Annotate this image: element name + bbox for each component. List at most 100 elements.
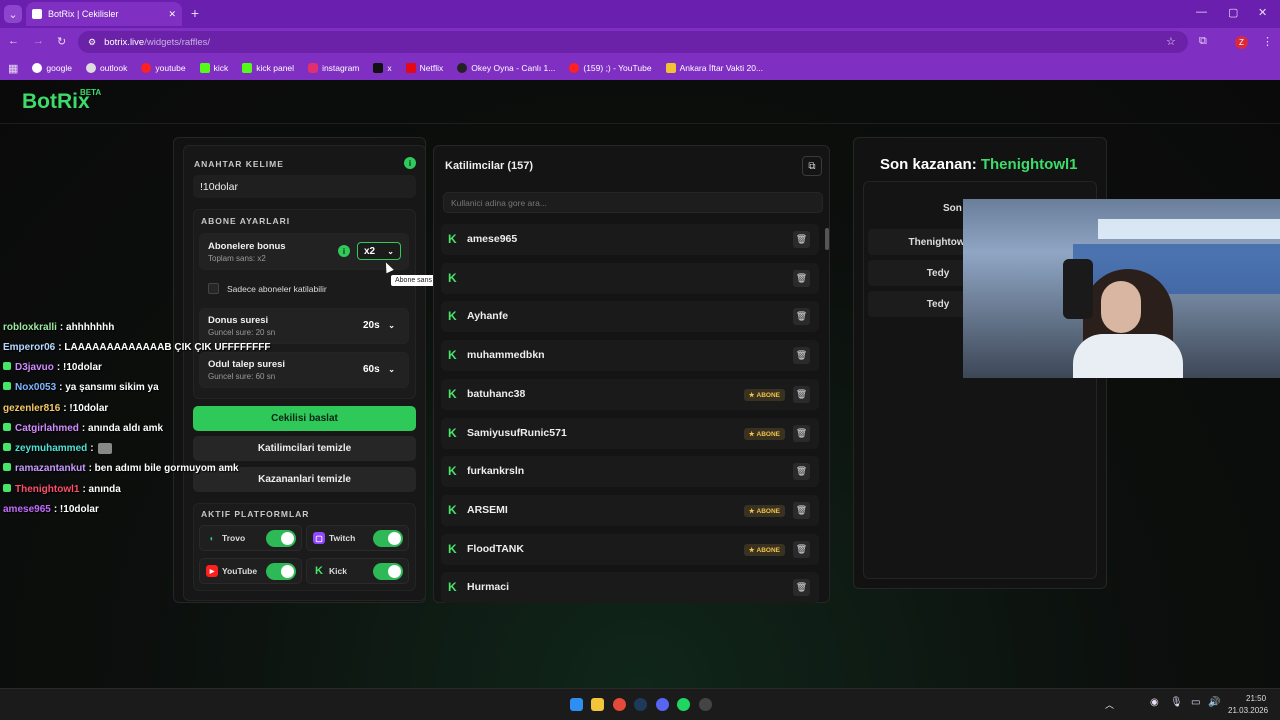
twitch-icon: ▢ [313,532,325,544]
participant-row: K 🗑 [441,263,819,294]
extensions-icon[interactable]: ⧉ [1199,35,1207,48]
reload-icon[interactable]: ↻ [57,35,66,48]
kick-icon: K [448,387,457,401]
bookmark-star-icon[interactable]: ☆ [1166,35,1176,48]
forward-icon[interactable]: → [33,35,44,47]
delete-icon[interactable]: 🗑 [793,347,810,364]
bookmark-outlook[interactable]: outlook [85,63,127,73]
sub-bonus-info-icon[interactable]: i [338,245,350,257]
steam-icon[interactable] [634,698,647,711]
sub-bonus-select[interactable]: x2 ⌄ [357,242,401,260]
new-tab-icon[interactable]: + [188,5,202,21]
chat-username: Thenightowl1 [15,484,80,495]
platforms-label: AKTIF PLATFORMLAR [201,509,310,519]
kick-icon: K [448,348,457,362]
chat-text: : !10dolar [63,403,109,414]
chat-username: Nox0053 [15,382,57,393]
turn-time-select[interactable]: 20s ⌄ [357,316,401,334]
delete-icon[interactable]: 🗑 [793,231,810,248]
bookmark-ankara-iftar[interactable]: Ankara İftar Vakti 20... [665,63,763,73]
file-explorer-icon[interactable] [591,698,604,711]
google-icon [32,63,43,73]
apps-icon[interactable]: ▦ [8,62,18,75]
copy-icon[interactable]: ⧉ [802,156,822,176]
subscriber-badge: ★ ABONE [743,505,785,517]
keyword-input[interactable]: !10dolar [193,175,416,198]
chat-message: zeymuhammed: [3,443,112,454]
delete-icon[interactable]: 🗑 [793,463,810,480]
start-raffle-button[interactable]: Cekilisi baslat [193,406,416,431]
participant-search-input[interactable]: Kullanici adina gore ara... [443,192,823,213]
kick-icon [199,63,210,73]
youtube-toggle[interactable] [266,563,296,580]
kick-toggle[interactable] [373,563,403,580]
claim-time-title: Odul talep suresi [208,359,286,370]
profile-avatar[interactable]: Z [1235,36,1248,49]
bookmark-instagram[interactable]: instagram [308,63,359,73]
subs-only-label[interactable]: Sadece aboneler katilabilir [227,284,327,294]
close-window-icon[interactable]: ✕ [1258,6,1267,19]
participant-name: Ayhanfe [467,310,509,322]
discord-icon[interactable] [656,698,669,711]
browser-tab-bar: ⌄ BotRix | Cekilisler ✕ + — ▢ ✕ [0,0,1280,28]
participant-name: amese965 [467,233,518,245]
maximize-icon[interactable]: ▢ [1228,6,1238,19]
delete-icon[interactable]: 🗑 [793,308,810,325]
trovo-toggle[interactable] [266,530,296,547]
subs-only-checkbox[interactable] [208,283,219,294]
bookmark-kick[interactable]: kick [199,63,228,73]
star-icon: ★ [748,431,755,438]
chat-message: Emperor06: LAAAAAAAAAAAAAB ÇIK ÇIK UFFFF… [3,342,270,353]
participants-title: Katilimcilar (157) [445,160,534,172]
keyword-info-icon[interactable]: i [404,157,416,169]
chat-message: gezenler816: !10dolar [3,403,108,414]
back-icon[interactable]: ← [8,35,19,47]
webcam-overlay [963,199,1280,378]
tray-chevron-icon[interactable]: ︿ [1105,698,1114,711]
delete-icon[interactable]: 🗑 [793,425,810,442]
sub-bonus-total: Toplam sans: x2 [208,254,266,263]
tab-list-icon[interactable]: ⌄ [4,5,22,23]
clock-time[interactable]: 21:50 [1246,694,1266,703]
minimize-icon[interactable]: — [1196,6,1207,18]
bookmark-youtube[interactable]: youtube [141,63,186,73]
clock-date[interactable]: 21.03.2026 [1228,706,1268,715]
bookmark-google[interactable]: google [32,63,72,73]
windows-taskbar: ︿ ◉ 🎙 ▭ 🔊 21:50 21.03.2026 [0,688,1280,720]
display-icon[interactable]: ▭ [1191,697,1200,708]
bookmark-kick-panel[interactable]: kick panel [242,63,294,73]
twitch-toggle[interactable] [373,530,403,547]
app-icon[interactable] [699,698,712,711]
participant-row: K Ayhanfe 🗑 [441,301,819,332]
spotify-icon[interactable] [677,698,690,711]
participant-row: K SamiyusufRunic571 ★ ABONE 🗑 [441,418,819,449]
kick-icon: K [448,426,457,440]
close-tab-icon[interactable]: ✕ [168,9,176,20]
tray-steam-icon[interactable]: ◉ [1150,697,1159,708]
youtube-icon [569,63,580,73]
windows-start-icon[interactable] [570,698,583,711]
sub-bonus-title: Abonelere bonus [208,241,286,252]
delete-icon[interactable]: 🗑 [793,386,810,403]
participants-scrollbar[interactable] [825,228,829,250]
clear-participants-button[interactable]: Katilimcilari temizle [193,436,416,461]
x-icon [373,63,384,73]
microphone-icon[interactable]: 🎙 [1170,697,1183,708]
bookmark-youtube-159[interactable]: (159) ;) - YouTube [569,63,652,73]
site-info-icon[interactable]: ⚙ [88,37,96,48]
delete-icon[interactable]: 🗑 [793,579,810,596]
delete-icon[interactable]: 🗑 [793,541,810,558]
menu-icon[interactable]: ⋮ [1262,35,1273,48]
bookmark-x[interactable]: x [373,63,392,73]
chat-message: robloxkralli: ahhhhhhh [3,322,114,333]
delete-icon[interactable]: 🗑 [793,270,810,287]
bookmark-netflix[interactable]: Netflix [405,63,443,73]
address-bar[interactable]: ⚙ botrix.live/widgets/raffles/ [78,31,1188,53]
browser-tab[interactable]: BotRix | Cekilisler ✕ [26,2,182,26]
claim-time-select[interactable]: 60s ⌄ [357,360,401,378]
delete-icon[interactable]: 🗑 [793,502,810,519]
volume-icon[interactable]: 🔊 [1208,697,1220,708]
keyword-label: ANAHTAR KELIME [194,159,284,169]
chrome-icon[interactable] [613,698,626,711]
bookmark-okey[interactable]: Okey Oyna - Canlı 1... [457,63,555,73]
